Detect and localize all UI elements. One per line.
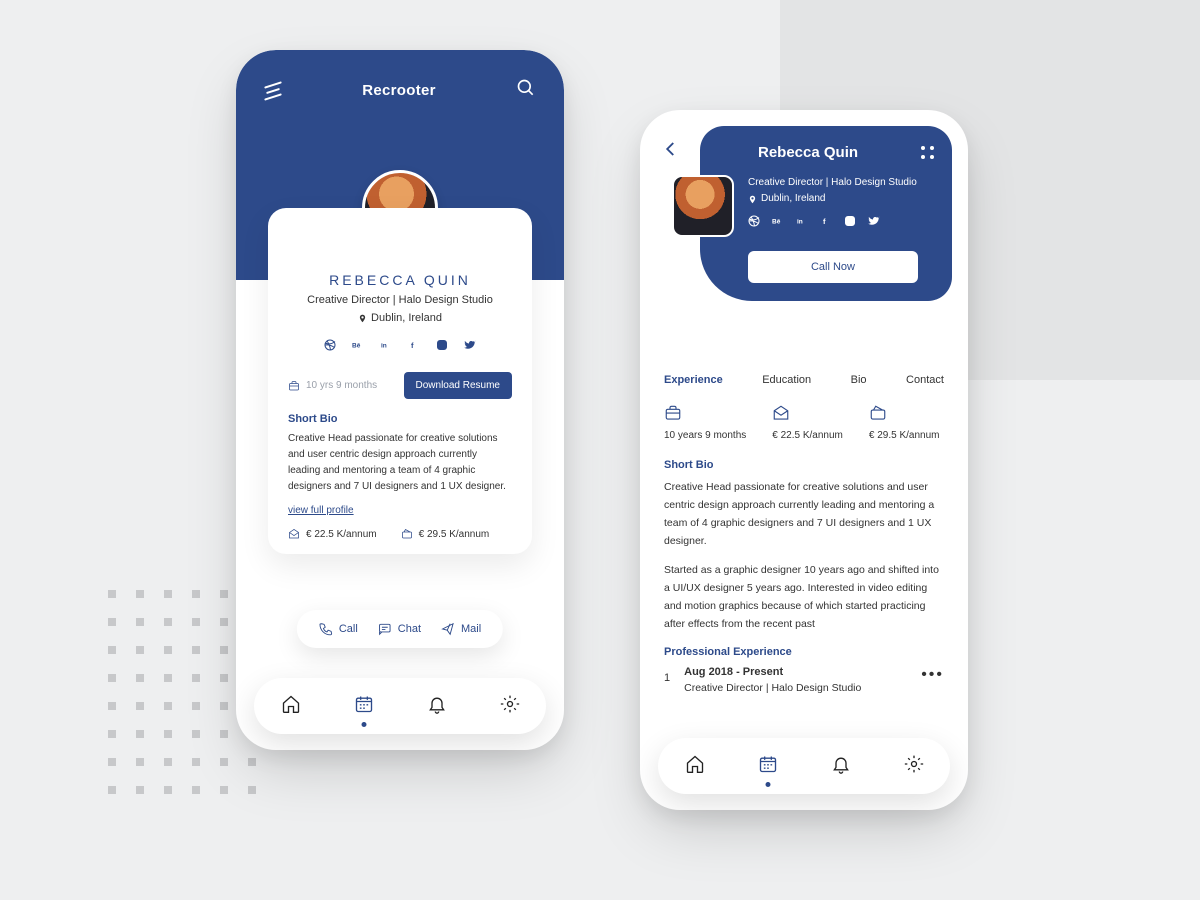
experience-pill: 10 yrs 9 months bbox=[288, 380, 377, 392]
short-bio-heading: Short Bio bbox=[664, 459, 944, 471]
action-chat[interactable]: Chat bbox=[378, 622, 421, 636]
action-mail[interactable]: Mail bbox=[441, 622, 481, 636]
gear-icon bbox=[500, 694, 520, 714]
nav-notifications[interactable] bbox=[427, 694, 447, 719]
bio-para-1: Creative Head passionate for creative so… bbox=[664, 479, 944, 550]
briefcase-icon bbox=[288, 380, 300, 392]
gear-icon bbox=[904, 754, 924, 774]
mail-open-icon bbox=[288, 528, 300, 540]
profile-role: Creative Director | Halo Design Studio bbox=[288, 294, 512, 306]
bottom-nav bbox=[254, 678, 546, 734]
svg-text:f: f bbox=[823, 217, 826, 226]
facebook-icon[interactable]: f bbox=[820, 215, 832, 233]
pin-icon bbox=[358, 314, 367, 323]
briefcase-icon bbox=[664, 404, 682, 422]
phone-icon bbox=[319, 622, 333, 636]
mail-open-icon bbox=[772, 404, 790, 422]
nav-home[interactable] bbox=[685, 754, 705, 779]
exp-dates: Aug 2018 - Present bbox=[684, 666, 907, 678]
behance-icon[interactable]: Bē bbox=[352, 338, 364, 356]
salary-expected: € 29.5 K/annum bbox=[401, 528, 490, 540]
download-resume-button[interactable]: Download Resume bbox=[404, 372, 513, 399]
behance-icon[interactable]: Bē bbox=[772, 215, 784, 233]
tab-bio[interactable]: Bio bbox=[851, 374, 867, 386]
stat-salary-expected: € 29.5 K/annum bbox=[869, 404, 940, 441]
instagram-icon[interactable] bbox=[844, 215, 856, 233]
phone-profile-detail: Rebecca Quin Creative Director | Halo De… bbox=[640, 110, 968, 810]
search-icon[interactable] bbox=[516, 78, 536, 103]
profile-card: REBECCA QUIN Creative Director | Halo De… bbox=[268, 208, 532, 554]
tabs: Experience Education Bio Contact bbox=[664, 374, 944, 386]
linkedin-icon[interactable]: in bbox=[796, 215, 808, 233]
nav-notifications[interactable] bbox=[831, 754, 851, 779]
short-bio-text: Creative Head passionate for creative so… bbox=[288, 431, 512, 495]
profile-location: Dublin, Ireland bbox=[288, 312, 512, 324]
exp-index: 1 bbox=[664, 672, 670, 684]
menu-icon[interactable] bbox=[264, 84, 282, 98]
home-icon bbox=[685, 754, 705, 774]
linkedin-icon[interactable]: in bbox=[380, 338, 392, 356]
calendar-icon bbox=[354, 694, 374, 714]
more-icon[interactable] bbox=[921, 146, 934, 159]
send-icon bbox=[441, 622, 455, 636]
tab-contact[interactable]: Contact bbox=[906, 374, 944, 386]
dribbble-icon[interactable] bbox=[324, 338, 336, 356]
bell-icon bbox=[427, 694, 447, 714]
nav-calendar[interactable] bbox=[354, 694, 374, 719]
profile-name: Rebecca Quin bbox=[758, 144, 858, 161]
app-title: Recrooter bbox=[362, 82, 436, 99]
bell-icon bbox=[831, 754, 851, 774]
nav-home[interactable] bbox=[281, 694, 301, 719]
nav-settings[interactable] bbox=[500, 694, 520, 719]
call-now-button[interactable]: Call Now bbox=[748, 251, 918, 283]
social-links: Bē in f bbox=[288, 338, 512, 356]
exp-role: Creative Director | Halo Design Studio bbox=[684, 682, 907, 694]
twitter-icon[interactable] bbox=[464, 338, 476, 356]
view-full-profile-link[interactable]: view full profile bbox=[288, 505, 512, 516]
contact-actions: Call Chat Mail bbox=[297, 610, 503, 648]
salary-current: € 22.5 K/annum bbox=[288, 528, 377, 540]
pin-icon bbox=[748, 195, 757, 204]
svg-text:Bē: Bē bbox=[352, 343, 361, 350]
stats-row: 10 years 9 months € 22.5 K/annum € 29.5 … bbox=[664, 404, 944, 441]
bio-para-2: Started as a graphic designer 10 years a… bbox=[664, 562, 944, 633]
home-icon bbox=[281, 694, 301, 714]
svg-text:in: in bbox=[797, 219, 803, 226]
back-button[interactable] bbox=[662, 140, 680, 163]
facebook-icon[interactable]: f bbox=[408, 338, 420, 356]
avatar[interactable] bbox=[672, 175, 734, 237]
profile-header-card: Rebecca Quin Creative Director | Halo De… bbox=[700, 126, 952, 301]
bottom-nav bbox=[658, 738, 950, 794]
prof-exp-heading: Professional Experience bbox=[664, 646, 944, 658]
svg-text:Bē: Bē bbox=[772, 219, 781, 226]
wallet-icon bbox=[401, 528, 413, 540]
exp-more-icon[interactable]: ••• bbox=[921, 666, 944, 684]
instagram-icon[interactable] bbox=[436, 338, 448, 356]
tab-experience[interactable]: Experience bbox=[664, 374, 723, 386]
tab-education[interactable]: Education bbox=[762, 374, 811, 386]
calendar-icon bbox=[758, 754, 778, 774]
profile-name: REBECCA QUIN bbox=[288, 272, 512, 288]
stat-experience: 10 years 9 months bbox=[664, 404, 746, 441]
stat-salary-current: € 22.5 K/annum bbox=[772, 404, 843, 441]
nav-settings[interactable] bbox=[904, 754, 924, 779]
svg-text:f: f bbox=[411, 341, 414, 350]
exp-item: 1 Aug 2018 - Present Creative Director |… bbox=[664, 666, 944, 694]
salary-row: € 22.5 K/annum € 29.5 K/annum bbox=[288, 528, 512, 540]
nav-calendar[interactable] bbox=[758, 754, 778, 779]
profile-meta: Creative Director | Halo Design Studio D… bbox=[748, 175, 917, 233]
short-bio-heading: Short Bio bbox=[288, 413, 512, 425]
twitter-icon[interactable] bbox=[868, 215, 880, 233]
social-links: Bē in f bbox=[748, 215, 917, 233]
svg-text:in: in bbox=[381, 343, 387, 350]
action-call[interactable]: Call bbox=[319, 622, 358, 636]
wallet-icon bbox=[869, 404, 887, 422]
phone-profile-preview: Recrooter REBECCA QUIN Creative Director… bbox=[236, 50, 564, 750]
dribbble-icon[interactable] bbox=[748, 215, 760, 233]
chat-icon bbox=[378, 622, 392, 636]
